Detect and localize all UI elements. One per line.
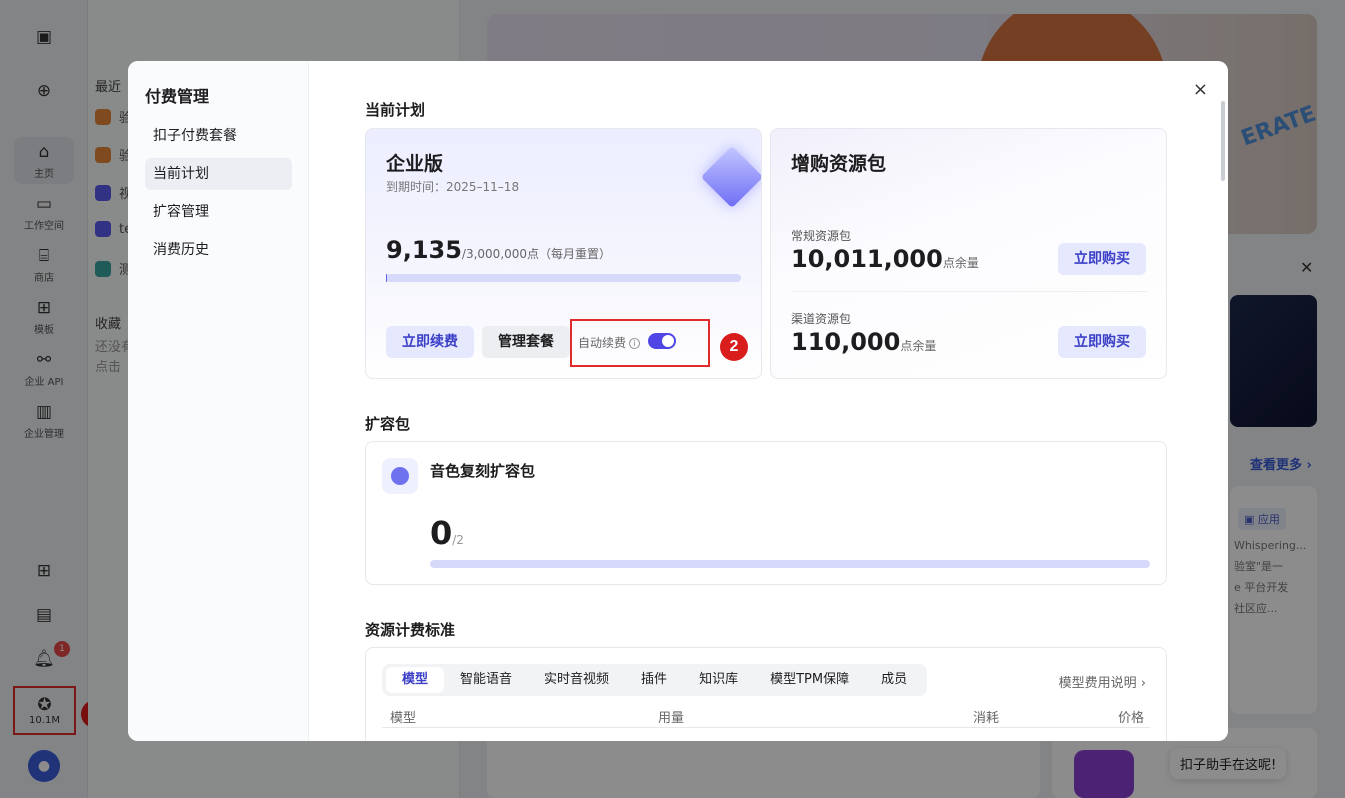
expansion-count-value: 0 — [430, 514, 453, 552]
usage-total: /3,000,000点（每月重置） — [461, 247, 612, 261]
channel-package-label: 渠道资源包 — [791, 312, 852, 326]
tab-model[interactable]: 模型 — [386, 667, 445, 693]
auto-renew-label: 自动续费 i — [578, 334, 641, 351]
chevron-right-icon: › — [1140, 676, 1146, 691]
section-title-expansion: 扩容包 — [365, 415, 411, 433]
expansion-count-total: /2 — [452, 533, 464, 547]
nav-item-current-plan[interactable]: 当前计划 — [145, 158, 292, 190]
expansion-name: 音色复刻扩容包 — [430, 462, 536, 480]
pricing-tabs: 模型 智能语音 实时音视频 插件 知识库 模型TPM保障 成员 — [382, 664, 928, 696]
section-title-pricing: 资源计费标准 — [365, 621, 456, 639]
nav-item-history[interactable]: 消费历史 — [145, 234, 292, 266]
channel-value-unit: 点余量 — [900, 339, 937, 353]
modal-content: 当前计划 企业版 到期时间：2025–11–18 9,135/3,000,000… — [365, 61, 1167, 741]
regular-package-value: 10,011,000点余量 — [791, 245, 979, 273]
toggle-knob — [662, 335, 674, 347]
expansion-progress-bar — [430, 560, 1150, 568]
nav-item-expansion[interactable]: 扩容管理 — [145, 196, 292, 228]
usage-progress-fill — [386, 274, 388, 282]
diamond-icon — [700, 145, 761, 209]
microphone-icon — [382, 458, 418, 494]
buy-regular-button[interactable]: 立即购买 — [1058, 243, 1146, 275]
usage-progress-bar — [386, 274, 741, 282]
nav-item-plans[interactable]: 扣子付费套餐 — [145, 120, 292, 152]
auto-renew-text: 自动续费 — [578, 336, 627, 350]
fee-link-label: 模型费用说明 — [1058, 676, 1137, 691]
expansion-card: 音色复刻扩容包 0/2 — [365, 441, 1167, 585]
tab-tpm[interactable]: 模型TPM保障 — [754, 667, 865, 693]
column-header: 模型 — [390, 711, 417, 726]
annotation-marker-2: 2 — [720, 333, 748, 361]
expansion-count: 0/2 — [430, 514, 464, 552]
usage-value: 9,135 — [386, 236, 462, 264]
channel-value-number: 110,000 — [791, 328, 901, 356]
plan-expire: 到期时间：2025–11–18 — [386, 180, 520, 194]
info-icon[interactable]: i — [629, 338, 641, 349]
plan-name: 企业版 — [386, 153, 444, 175]
column-header: 用量 — [658, 711, 685, 726]
addon-title: 增购资源包 — [791, 153, 887, 175]
scrollbar[interactable] — [1221, 101, 1225, 181]
regular-value-number: 10,011,000 — [791, 245, 943, 273]
section-title-current-plan: 当前计划 — [365, 101, 426, 119]
buy-channel-button[interactable]: 立即购买 — [1058, 326, 1146, 358]
header-divider — [382, 727, 1150, 728]
model-fee-link[interactable]: 模型费用说明 › — [1059, 672, 1146, 691]
auto-renew-toggle[interactable] — [648, 333, 676, 349]
column-header: 价格 — [1118, 711, 1145, 726]
regular-value-unit: 点余量 — [942, 256, 979, 270]
close-icon: × — [1192, 79, 1208, 100]
renew-button[interactable]: 立即续费 — [386, 326, 474, 358]
modal-nav: 付费管理 扣子付费套餐 当前计划 扩容管理 消费历史 — [128, 61, 309, 741]
column-header: 消耗 — [973, 711, 1000, 726]
tab-voice[interactable]: 智能语音 — [444, 667, 528, 693]
mic-head — [391, 467, 409, 485]
tab-knowledge[interactable]: 知识库 — [683, 667, 754, 693]
regular-package-label: 常规资源包 — [791, 229, 852, 243]
manage-plan-button[interactable]: 管理套餐 — [482, 326, 570, 358]
tab-rtc[interactable]: 实时音视频 — [528, 667, 625, 693]
plan-usage: 9,135/3,000,000点（每月重置） — [386, 236, 611, 264]
channel-package-value: 110,000点余量 — [791, 328, 936, 356]
modal-nav-title: 付费管理 — [145, 87, 210, 106]
billing-modal: 付费管理 扣子付费套餐 当前计划 扩容管理 消费历史 × 当前计划 企业版 到期… — [128, 61, 1228, 741]
pricing-card: 模型 智能语音 实时音视频 插件 知识库 模型TPM保障 成员 模型费用说明 ›… — [365, 647, 1167, 741]
tab-plugin[interactable]: 插件 — [625, 667, 683, 693]
addon-card: 增购资源包 常规资源包 10,011,000点余量 立即购买 渠道资源包 110… — [770, 128, 1167, 379]
close-button[interactable]: × — [1193, 79, 1208, 100]
tab-members[interactable]: 成员 — [865, 667, 923, 693]
divider — [791, 291, 1147, 292]
